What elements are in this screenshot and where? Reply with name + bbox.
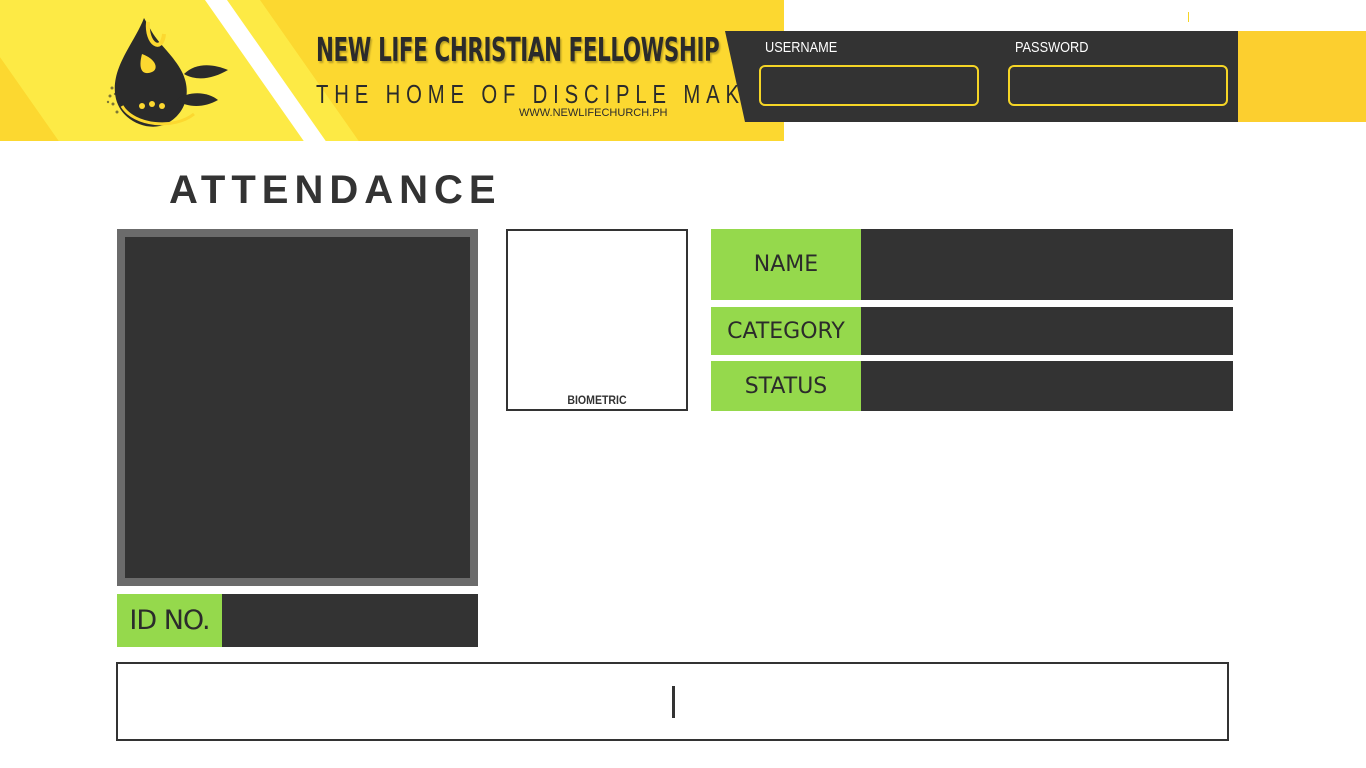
header-banner: NEW LIFE CHRISTIAN FELLOWSHIP THE HOME O…	[0, 0, 784, 141]
website-url: WWW.NEWLIFECHURCH.PH	[519, 107, 668, 119]
login-accent	[1238, 31, 1366, 122]
status-row: STATUS	[711, 361, 1233, 411]
password-input[interactable]	[1008, 65, 1228, 106]
name-row: NAME	[711, 229, 1233, 300]
biometric-label: BIOMETRIC	[567, 393, 627, 407]
category-label: CATEGORY	[711, 307, 861, 355]
id-number-label: ID NO.	[117, 594, 222, 647]
category-value	[861, 307, 1233, 355]
biometric-box[interactable]: BIOMETRIC	[506, 229, 688, 411]
login-panel: USERNAME PASSWORD	[725, 31, 1238, 122]
status-label: STATUS	[711, 361, 861, 411]
member-photo	[125, 237, 470, 578]
category-row: CATEGORY	[711, 307, 1233, 355]
text-caret	[672, 685, 675, 718]
name-label: NAME	[711, 229, 861, 300]
decor-tick	[1188, 12, 1189, 22]
id-number-row: ID NO.	[117, 594, 478, 647]
id-scan-input[interactable]	[116, 662, 1229, 741]
status-value	[861, 361, 1233, 411]
page-title: ATTENDANCE	[169, 168, 502, 212]
organization-name: NEW LIFE CHRISTIAN FELLOWSHIP	[316, 30, 720, 69]
name-value	[861, 229, 1233, 300]
username-input[interactable]	[759, 65, 979, 106]
password-label: PASSWORD	[1015, 39, 1089, 56]
member-photo-frame	[117, 229, 478, 586]
id-number-value	[222, 594, 478, 647]
tagline: THE HOME OF DISCIPLE MAKERS	[316, 79, 784, 109]
username-label: USERNAME	[765, 39, 838, 56]
church-logo-icon	[106, 18, 228, 127]
